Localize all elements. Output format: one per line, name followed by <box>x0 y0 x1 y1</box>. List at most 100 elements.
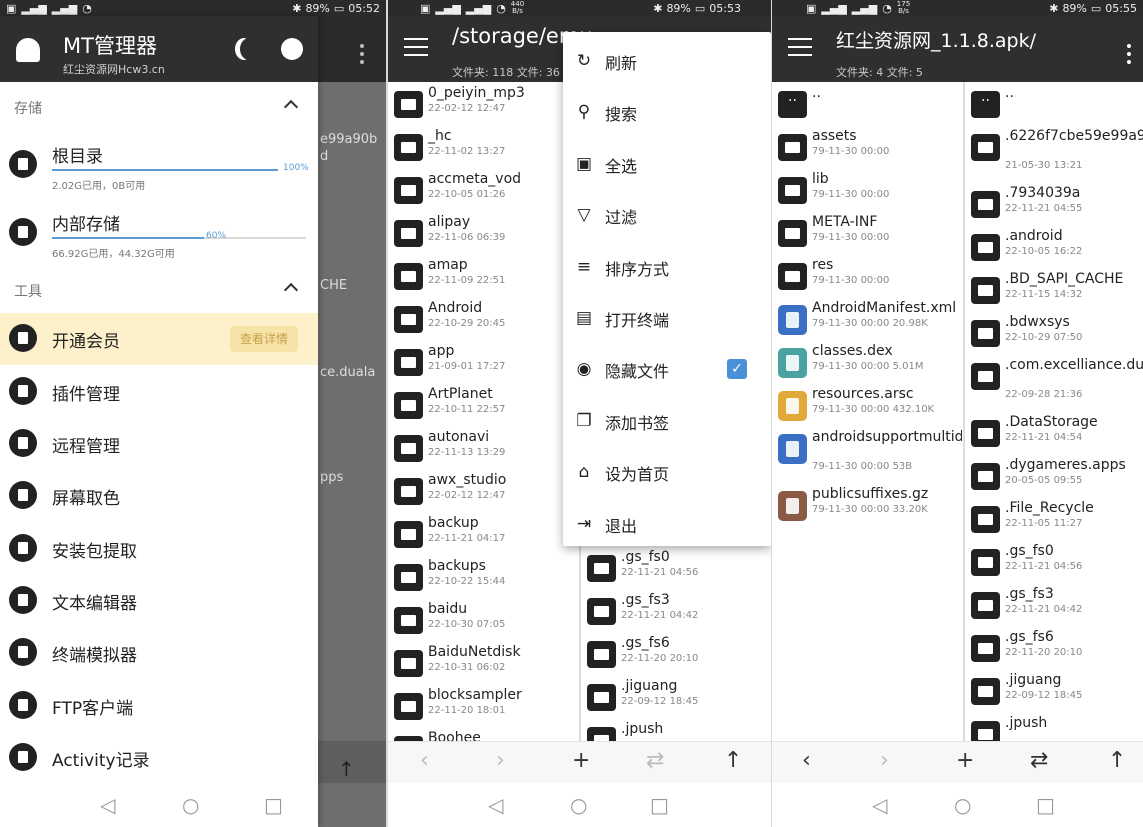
list-item[interactable]: .gs_fs6 22-11-20 20:10 <box>581 632 771 675</box>
nav-home-button[interactable]: ○ <box>182 793 199 817</box>
tool-item-activity[interactable]: Activity记录 <box>0 732 318 784</box>
menu-item[interactable]: ⌂ 设为首页 <box>563 447 771 498</box>
list-item[interactable]: assets 79-11-30 00:00 <box>772 125 962 168</box>
menu-item[interactable]: ◉ 隐藏文件 ✓ <box>563 344 771 395</box>
back-button[interactable]: ‹ <box>420 748 429 773</box>
menu-item[interactable]: ⇥ 退出 <box>563 499 771 550</box>
list-item[interactable]: publicsuffixes.gz 79-11-30 00:00 33.20K <box>772 483 962 526</box>
list-item[interactable]: .gs_fs0 22-11-21 04:56 <box>581 546 771 589</box>
menu-item[interactable]: ↻ 刷新 <box>563 36 771 87</box>
list-item[interactable]: .jiguang 22-09-12 18:45 <box>581 675 771 718</box>
forward-button[interactable]: › <box>496 748 505 773</box>
list-item[interactable]: amap 22-11-09 22:51 <box>388 254 578 297</box>
list-item[interactable]: accmeta_vod 22-10-05 01:26 <box>388 168 578 211</box>
forward-button[interactable]: › <box>880 748 889 773</box>
list-item[interactable]: META-INF 79-11-30 00:00 <box>772 211 962 254</box>
tool-item-color-picker[interactable]: 屏幕取色 <box>0 470 318 522</box>
list-item[interactable]: .jpush <box>965 712 1143 741</box>
nav-back-button[interactable]: ◁ <box>872 793 887 817</box>
file-list-right[interactable]: .gs_fs0 22-11-21 04:56 .gs_fs3 22-11-21 04:… <box>581 546 771 741</box>
back-button[interactable]: ‹ <box>802 748 811 773</box>
list-item[interactable]: .gs_fs3 22-11-21 04:42 <box>581 589 771 632</box>
list-item[interactable]: .BD_SAPI_CACHE 22-11-15 14:32 <box>965 268 1143 311</box>
swap-panels-button[interactable]: ⇄ <box>646 748 664 773</box>
list-item[interactable]: .. <box>772 82 962 125</box>
settings-icon[interactable] <box>281 38 303 60</box>
list-item[interactable]: ArtPlanet 22-10-11 22:57 <box>388 383 578 426</box>
add-button[interactable]: + <box>572 748 590 773</box>
add-button[interactable]: + <box>956 748 974 773</box>
collapse-storage-icon[interactable] <box>283 99 299 115</box>
list-item[interactable]: _hc 22-11-02 13:27 <box>388 125 578 168</box>
more-icon[interactable] <box>1127 44 1131 68</box>
menu-item[interactable]: ▽ 过滤 <box>563 190 771 241</box>
list-item[interactable]: AndroidManifest.xml 79-11-30 00:00 20.98K <box>772 297 962 340</box>
list-item[interactable]: .dygameres.apps 20-05-05 09:55 <box>965 454 1143 497</box>
list-item[interactable]: awx_studio 22-02-12 12:47 <box>388 469 578 512</box>
nav-recents-button[interactable]: □ <box>650 793 669 817</box>
list-item[interactable]: backups 22-10-22 15:44 <box>388 555 578 598</box>
nav-back-button[interactable]: ◁ <box>100 793 115 817</box>
list-item[interactable]: res 79-11-30 00:00 <box>772 254 962 297</box>
list-item[interactable]: baidu 22-10-30 07:05 <box>388 598 578 641</box>
list-item[interactable]: lib 79-11-30 00:00 <box>772 168 962 211</box>
list-item[interactable]: .DataStorage 22-11-21 04:54 <box>965 411 1143 454</box>
collapse-tools-icon[interactable] <box>283 282 299 298</box>
tool-item-ftp[interactable]: FTP客户端 <box>0 680 318 732</box>
view-details-button[interactable]: 查看详情 <box>230 326 298 352</box>
tool-item-plugins[interactable]: 插件管理 <box>0 366 318 418</box>
list-item[interactable]: Boohee <box>388 727 578 741</box>
menu-item[interactable]: ❐ 添加书签 <box>563 396 771 447</box>
list-item[interactable]: app 21-09-01 17:27 <box>388 340 578 383</box>
swap-panels-button[interactable]: ⇄ <box>1030 748 1048 773</box>
list-item[interactable]: .bdwxsys 22-10-29 07:50 <box>965 311 1143 354</box>
file-list-left[interactable]: 0_peiyin_mp3 22-02-12 12:47 _hc 22-11-02 13… <box>388 82 578 741</box>
list-item[interactable]: resources.arsc 79-11-30 00:00 432.10K <box>772 383 962 426</box>
night-mode-icon[interactable] <box>240 38 258 60</box>
list-item[interactable]: 0_peiyin_mp3 22-02-12 12:47 <box>388 82 578 125</box>
tool-item-terminal[interactable]: 终端模拟器 <box>0 627 318 679</box>
menu-item[interactable]: ▣ 全选 <box>563 139 771 190</box>
vip-item[interactable]: 开通会员 查看详情 <box>0 313 318 365</box>
nav-back-button[interactable]: ◁ <box>488 793 503 817</box>
list-item[interactable]: blocksampler 22-11-20 18:01 <box>388 684 578 727</box>
menu-item[interactable]: ▤ 打开终端 <box>563 293 771 344</box>
go-up-button[interactable]: ↑ <box>1108 748 1126 773</box>
menu-item[interactable]: ≡ 排序方式 <box>563 242 771 293</box>
tool-item-text-editor[interactable]: 文本编辑器 <box>0 575 318 627</box>
apk-file-list[interactable]: ..assets79-11-30 00:00lib79-11-30 00:00M… <box>772 82 962 741</box>
nav-home-button[interactable]: ○ <box>954 793 971 817</box>
list-item[interactable]: BaiduNetdisk 22-10-31 06:02 <box>388 641 578 684</box>
list-item[interactable]: .. <box>965 82 1143 125</box>
hidden-files-checkbox[interactable]: ✓ <box>727 359 747 380</box>
list-item[interactable]: .com.excelliance.dualad 22-09-28 21:36 <box>965 354 1143 411</box>
list-item[interactable]: .gs_fs3 22-11-21 04:42 <box>965 583 1143 626</box>
list-item[interactable]: autonavi 22-11-13 13:29 <box>388 426 578 469</box>
list-item[interactable]: .gs_fs6 22-11-20 20:10 <box>965 626 1143 669</box>
nav-recents-button[interactable]: □ <box>264 793 283 817</box>
list-item[interactable]: .7934039a 22-11-21 04:55 <box>965 182 1143 225</box>
dimmed-background-panel[interactable]: e99a90b d CHE ce.duala pps ↑ <box>318 16 386 827</box>
list-item[interactable]: androidsupportmultidexversion.txt 79-11-3… <box>772 426 962 483</box>
list-item[interactable]: .jiguang 22-09-12 18:45 <box>965 669 1143 712</box>
list-item[interactable]: backup 22-11-21 04:17 <box>388 512 578 555</box>
list-item[interactable]: classes.dex 79-11-30 00:00 5.01M <box>772 340 962 383</box>
tool-item-remote[interactable]: 远程管理 <box>0 418 318 470</box>
list-item[interactable]: .File_Recycle 22-11-05 11:27 <box>965 497 1143 540</box>
list-item[interactable]: Android 22-10-29 20:45 <box>388 297 578 340</box>
list-item[interactable]: alipay 22-11-06 06:39 <box>388 211 578 254</box>
tool-item-apk-extract[interactable]: 安装包提取 <box>0 523 318 575</box>
go-up-button[interactable]: ↑ <box>724 748 742 773</box>
menu-icon[interactable] <box>788 38 812 56</box>
list-item[interactable]: .jpush <box>581 718 771 741</box>
list-item[interactable]: .android 22-10-05 16:22 <box>965 225 1143 268</box>
list-item[interactable]: .gs_fs0 22-11-21 04:56 <box>965 540 1143 583</box>
file-list-right[interactable]: .. .6226f7cbe59e99a90b5cef6f94f966fd 21-05… <box>965 82 1143 741</box>
menu-item[interactable]: ⚲ 搜索 <box>563 87 771 138</box>
storage-root[interactable]: 根目录 100% 2.02G已用，0B可用 <box>0 134 318 196</box>
menu-icon[interactable] <box>404 38 428 56</box>
list-item[interactable]: .6226f7cbe59e99a90b5cef6f94f966fd 21-05-3… <box>965 125 1143 182</box>
storage-internal[interactable]: 内部存储 60% 66.92G已用，44.32G可用 <box>0 202 318 264</box>
nav-home-button[interactable]: ○ <box>570 793 587 817</box>
nav-recents-button[interactable]: □ <box>1036 793 1055 817</box>
